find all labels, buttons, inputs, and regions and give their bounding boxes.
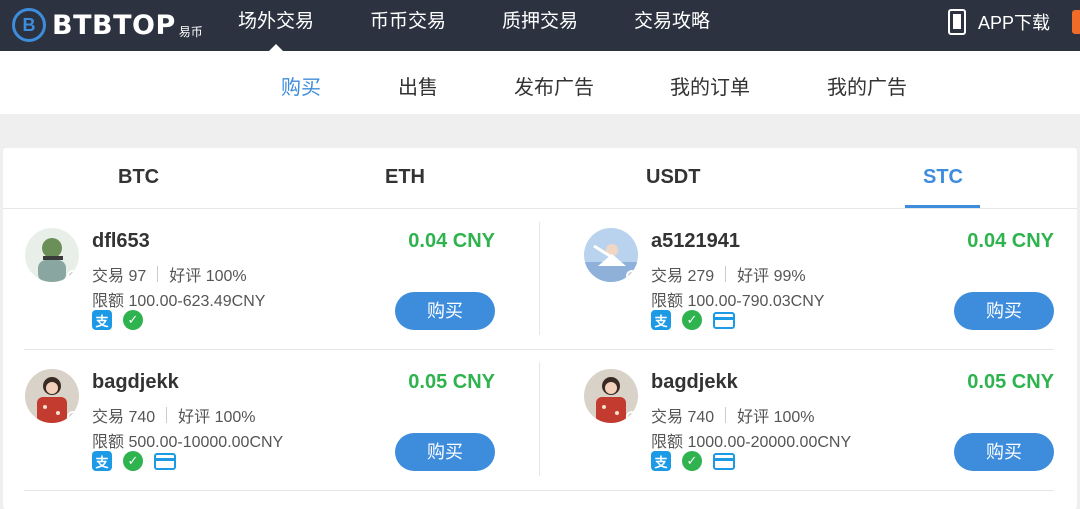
- stats-separator: [725, 266, 727, 282]
- limit-range: 限额 500.00-10000.00CNY: [92, 434, 284, 451]
- brand-name: BTBTOP: [52, 9, 176, 41]
- payment-methods: 支 ✓: [651, 451, 746, 471]
- status-dot: [626, 270, 638, 282]
- coin-tab-eth[interactable]: ETH: [385, 166, 425, 189]
- wechat-pay-icon: ✓: [682, 451, 702, 471]
- payment-methods: 支 ✓: [651, 310, 746, 330]
- trade-count: 交易 740: [651, 409, 715, 426]
- avatar[interactable]: [584, 228, 638, 282]
- offers-card: BTC ETH USDT STC dfl653 0.04 CNY 交易 97 好…: [3, 148, 1077, 509]
- rating: 好评 99%: [737, 268, 806, 285]
- username[interactable]: a5121941: [651, 230, 740, 253]
- trade-count: 交易 97: [92, 268, 147, 285]
- brand-logo[interactable]: B BTBTOP 易币: [12, 6, 203, 44]
- limit-range: 限额 1000.00-20000.00CNY: [651, 434, 852, 451]
- price: 0.05 CNY: [408, 371, 495, 393]
- side-tab[interactable]: [1072, 10, 1080, 34]
- trader-stats: 交易 740 好评 100%: [651, 403, 815, 427]
- app-download-link[interactable]: APP下载: [948, 9, 1050, 35]
- offer-item: a5121941 0.04 CNY 交易 279 好评 99% 限额 100.0…: [584, 220, 1054, 350]
- buy-button[interactable]: 购买: [395, 433, 495, 471]
- status-dot: [67, 270, 79, 282]
- coin-tab-usdt[interactable]: USDT: [646, 166, 700, 189]
- brand-sub: 易币: [178, 24, 203, 39]
- price: 0.04 CNY: [408, 230, 495, 252]
- trade-count: 交易 740: [92, 409, 156, 426]
- trader-stats: 交易 97 好评 100%: [92, 262, 247, 286]
- limit-range: 限额 100.00-623.49CNY: [92, 293, 266, 310]
- rating: 好评 100%: [169, 268, 247, 285]
- bank-card-icon: [154, 453, 176, 470]
- bank-card-icon: [713, 312, 735, 329]
- buy-button[interactable]: 购买: [395, 292, 495, 330]
- phone-icon: [948, 9, 966, 35]
- username[interactable]: dfl653: [92, 230, 150, 253]
- sub-nav: 购买 出售 发布广告 我的订单 我的广告: [0, 51, 1080, 114]
- coin-tab-stc[interactable]: STC: [923, 166, 963, 189]
- alipay-icon: 支: [651, 451, 671, 471]
- wechat-pay-icon: ✓: [123, 310, 143, 330]
- rating: 好评 100%: [737, 409, 815, 426]
- status-dot: [626, 411, 638, 423]
- buy-button[interactable]: 购买: [954, 292, 1054, 330]
- tab-my-ads[interactable]: 我的广告: [827, 71, 907, 100]
- divider: [539, 362, 540, 476]
- app-download-label: APP下载: [978, 13, 1051, 33]
- buy-button[interactable]: 购买: [954, 433, 1054, 471]
- nav-guide[interactable]: 交易攻略: [634, 0, 710, 51]
- coin-tabs: BTC ETH USDT STC: [3, 148, 1077, 209]
- avatar[interactable]: [25, 228, 79, 282]
- coin-tab-btc[interactable]: BTC: [118, 166, 159, 189]
- nav-spot[interactable]: 币币交易: [370, 0, 446, 51]
- trade-count: 交易 279: [651, 268, 715, 285]
- stats-separator: [725, 407, 727, 423]
- limit-range: 限额 100.00-790.03CNY: [651, 293, 825, 310]
- main-nav: 场外交易 币币交易 质押交易 交易攻略: [238, 0, 766, 51]
- payment-methods: 支 ✓: [92, 451, 187, 471]
- divider: [539, 222, 540, 335]
- nav-staking[interactable]: 质押交易: [502, 0, 578, 51]
- alipay-icon: 支: [92, 310, 112, 330]
- offer-item: dfl653 0.04 CNY 交易 97 好评 100% 限额 100.00-…: [25, 220, 495, 350]
- stats-separator: [157, 266, 159, 282]
- trader-stats: 交易 740 好评 100%: [92, 403, 256, 427]
- username[interactable]: bagdjekk: [92, 371, 179, 394]
- wechat-pay-icon: ✓: [682, 310, 702, 330]
- top-navbar: B BTBTOP 易币 场外交易 币币交易 质押交易 交易攻略 APP下载: [0, 0, 1080, 51]
- bank-card-icon: [713, 453, 735, 470]
- avatar[interactable]: [584, 369, 638, 423]
- tab-sell[interactable]: 出售: [398, 71, 438, 100]
- wechat-pay-icon: ✓: [123, 451, 143, 471]
- alipay-icon: 支: [92, 451, 112, 471]
- price: 0.04 CNY: [967, 230, 1054, 252]
- tab-post-ad[interactable]: 发布广告: [514, 71, 594, 100]
- offer-item: bagdjekk 0.05 CNY 交易 740 好评 100% 限额 1000…: [584, 361, 1054, 491]
- avatar[interactable]: [25, 369, 79, 423]
- logo-icon: B: [12, 8, 46, 42]
- payment-methods: 支 ✓: [92, 310, 154, 330]
- username[interactable]: bagdjekk: [651, 371, 738, 394]
- status-dot: [67, 411, 79, 423]
- offer-item: bagdjekk 0.05 CNY 交易 740 好评 100% 限额 500.…: [25, 361, 495, 491]
- tab-buy[interactable]: 购买: [281, 71, 321, 100]
- trader-stats: 交易 279 好评 99%: [651, 262, 806, 286]
- nav-otc[interactable]: 场外交易: [238, 0, 314, 51]
- active-tab-indicator: [905, 205, 980, 208]
- stats-separator: [166, 407, 168, 423]
- price: 0.05 CNY: [967, 371, 1054, 393]
- tab-my-orders[interactable]: 我的订单: [670, 71, 750, 100]
- alipay-icon: 支: [651, 310, 671, 330]
- rating: 好评 100%: [178, 409, 256, 426]
